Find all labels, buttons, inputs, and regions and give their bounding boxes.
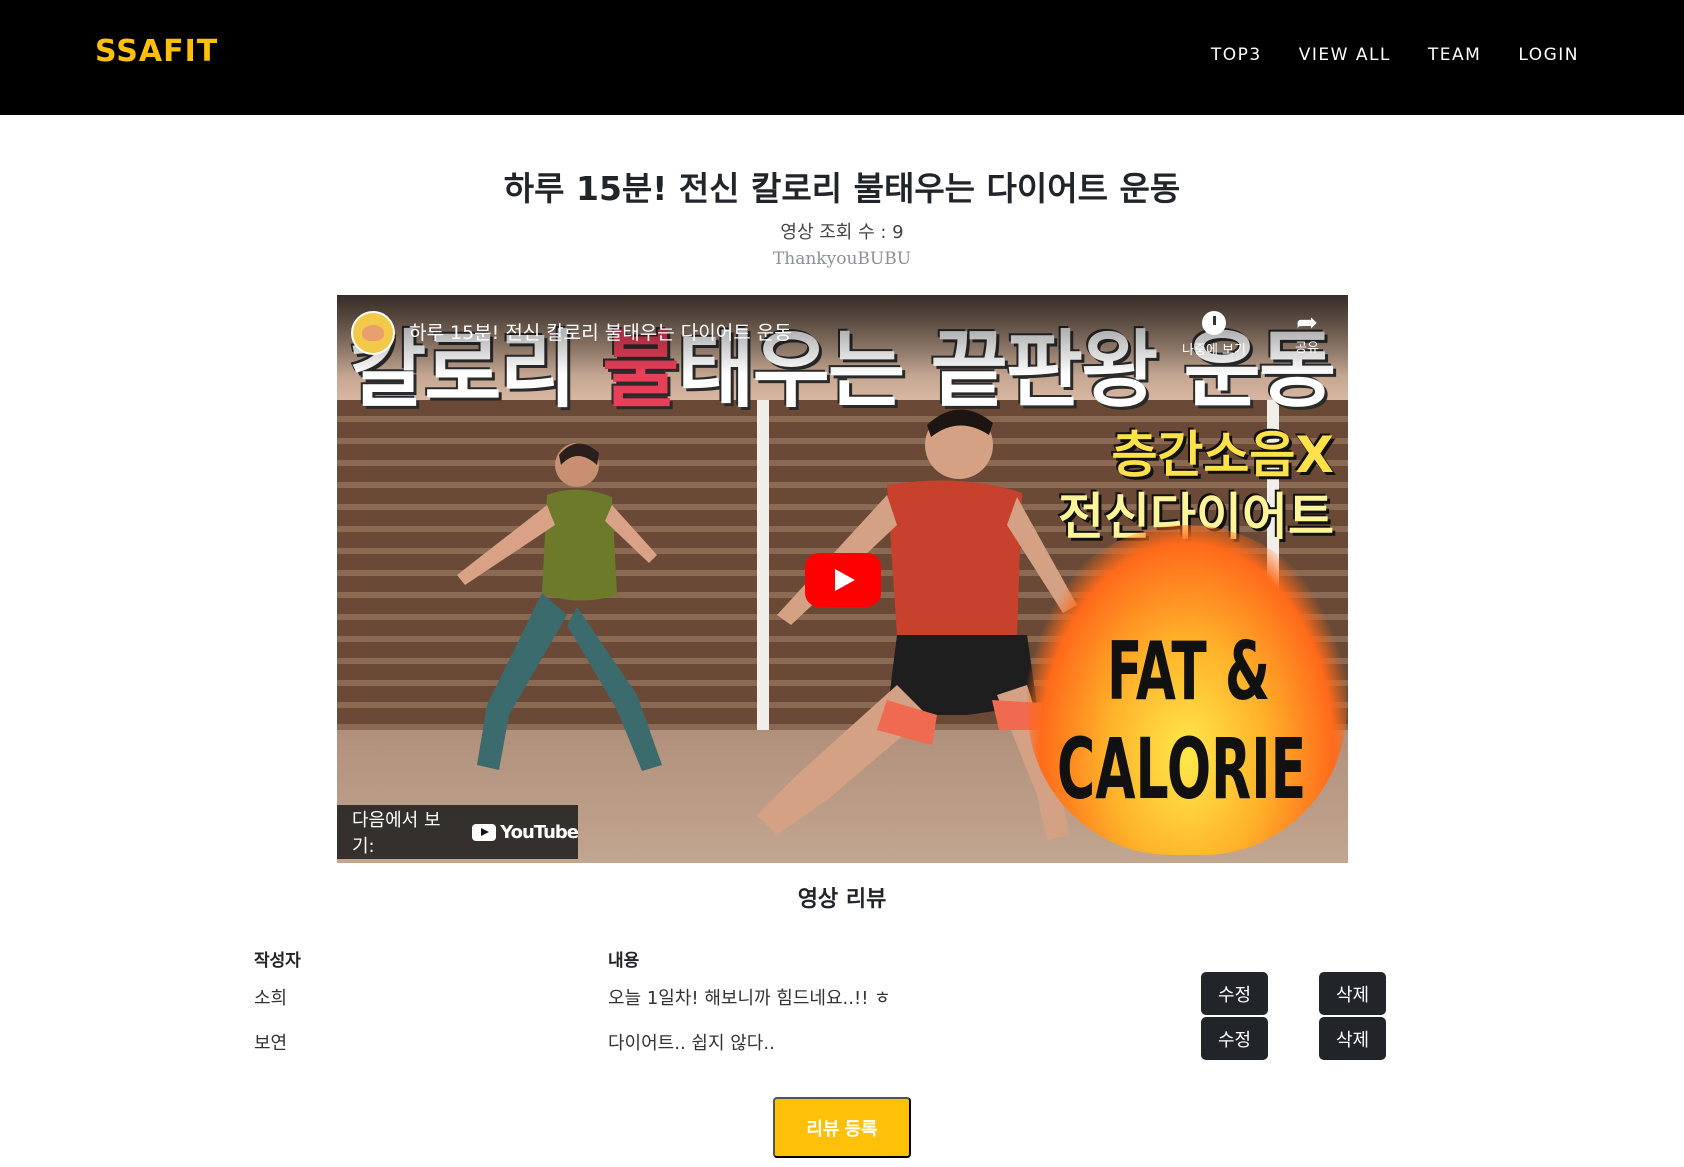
delete-review-button[interactable]: 삭제 bbox=[1319, 1017, 1386, 1060]
watch-on-label: 다음에서 보기: bbox=[352, 810, 441, 857]
delete-review-button[interactable]: 삭제 bbox=[1319, 972, 1386, 1015]
edit-review-button[interactable]: 수정 bbox=[1201, 972, 1268, 1015]
watch-later-button[interactable]: 나중에 보기 bbox=[1169, 311, 1259, 358]
view-count: 영상 조회 수 : 9 bbox=[780, 222, 904, 243]
thumbnail-fat-text: FAT & bbox=[1107, 625, 1271, 718]
review-author: 보연 bbox=[254, 1033, 288, 1054]
edit-review-button[interactable]: 수정 bbox=[1201, 1017, 1268, 1060]
youtube-logo: YouTube bbox=[472, 821, 579, 843]
video-player[interactable]: 칼로리 불태우는 끝판왕 운동 층간소음X 전신다이어트 FAT & CALOR… bbox=[337, 295, 1348, 863]
youtube-play-icon bbox=[472, 823, 497, 841]
youtube-wordmark: YouTube bbox=[500, 821, 579, 843]
column-header-content: 내용 bbox=[608, 951, 640, 971]
nav-link-login[interactable]: LOGIN bbox=[1518, 45, 1579, 65]
channel-avatar[interactable] bbox=[351, 311, 395, 355]
navbar: SSAFIT TOP3 VIEW ALL TEAM LOGIN bbox=[0, 0, 1684, 115]
share-icon: ➦ bbox=[1296, 308, 1318, 338]
column-header-author: 작성자 bbox=[254, 951, 301, 971]
player-video-title[interactable]: 하루 15분! 전신 칼로리 불태우는 다이어트 운동 bbox=[409, 318, 792, 345]
thumbnail-calorie-text: CALORIE bbox=[1057, 720, 1307, 818]
review-heading: 영상 리뷰 bbox=[797, 887, 887, 912]
share-label: 공유 bbox=[1295, 341, 1319, 356]
clock-icon bbox=[1202, 311, 1226, 335]
review-author: 소희 bbox=[254, 988, 288, 1009]
brand-logo[interactable]: SSAFIT bbox=[95, 34, 218, 69]
nav-link-top3[interactable]: TOP3 bbox=[1211, 45, 1262, 65]
review-content: 다이어트.. 쉽지 않다.. bbox=[608, 1033, 775, 1054]
share-button[interactable]: ➦ 공유 bbox=[1277, 309, 1337, 356]
register-review-button[interactable]: 리뷰 등록 bbox=[773, 1097, 911, 1158]
play-icon[interactable] bbox=[805, 553, 881, 607]
video-title: 하루 15분! 전신 칼로리 불태우는 다이어트 운동 bbox=[503, 169, 1181, 208]
nav-link-team[interactable]: TEAM bbox=[1428, 45, 1481, 65]
thumbnail-woman-figure bbox=[457, 443, 662, 771]
watch-later-label: 나중에 보기 bbox=[1182, 343, 1246, 358]
review-content: 오늘 1일차! 해보니까 힘드네요..!! ㅎ bbox=[608, 988, 891, 1009]
channel-name: ThankyouBUBU bbox=[772, 249, 912, 269]
nav-link-view-all[interactable]: VIEW ALL bbox=[1299, 45, 1391, 65]
nav-links: TOP3 VIEW ALL TEAM LOGIN bbox=[1211, 45, 1579, 65]
watch-on-youtube-button[interactable]: 다음에서 보기: YouTube bbox=[337, 805, 579, 859]
